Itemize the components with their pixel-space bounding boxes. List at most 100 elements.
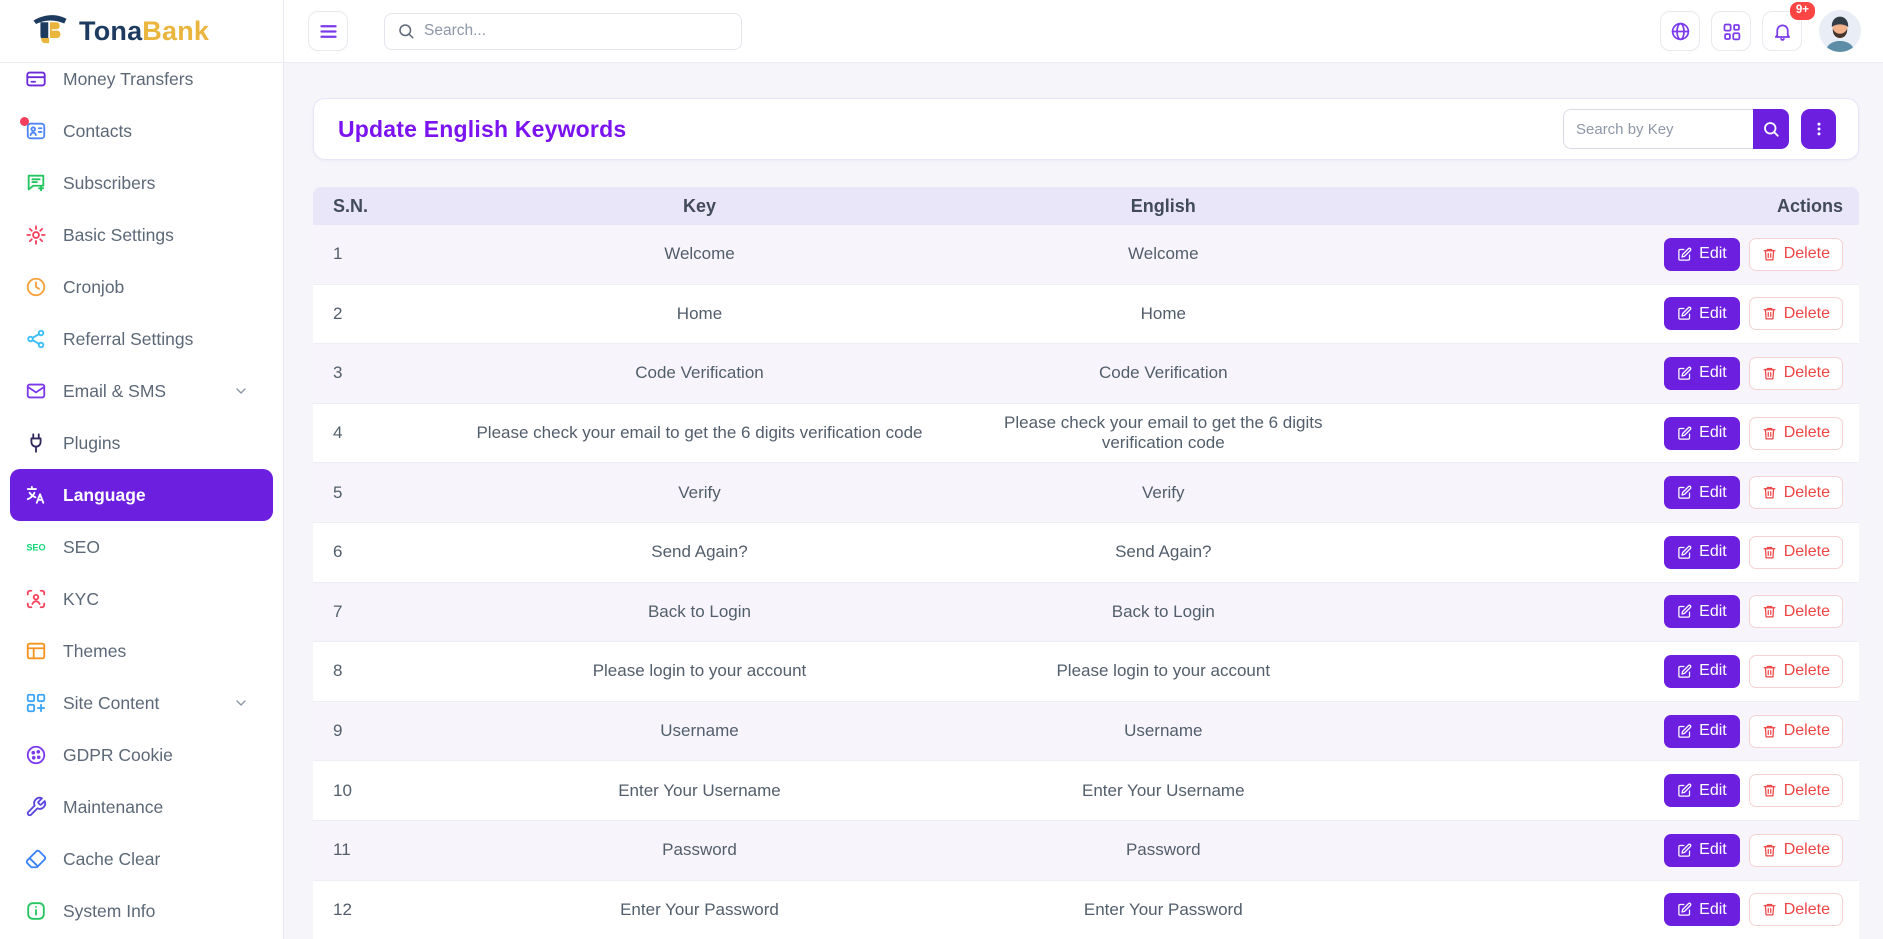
sidebar-item-themes[interactable]: Themes: [0, 625, 283, 677]
header-key: Key: [437, 196, 963, 217]
key-cell: Back to Login: [437, 602, 963, 622]
sidebar-item-contacts[interactable]: Contacts: [0, 105, 283, 157]
english-cell: Home: [962, 304, 1364, 324]
delete-button[interactable]: Delete: [1749, 238, 1843, 271]
globe-icon: [1670, 21, 1691, 42]
tonabank-logo-icon: [30, 11, 70, 51]
edit-button[interactable]: Edit: [1664, 893, 1740, 926]
table-row: 2 Home Home Edit Delete: [313, 285, 1859, 345]
apps-grid-icon: [1721, 21, 1742, 42]
trash-icon: [1762, 247, 1777, 262]
table-row: 12 Enter Your Password Enter Your Passwo…: [313, 881, 1859, 939]
sidebar-item-basic-settings[interactable]: Basic Settings: [0, 209, 283, 261]
brand-logo[interactable]: TonaBank: [0, 0, 283, 63]
sidebar-item-maintenance[interactable]: Maintenance: [0, 781, 283, 833]
edit-button[interactable]: Edit: [1664, 774, 1740, 807]
edit-pencil-icon: [1677, 902, 1692, 917]
key-cell: Welcome: [437, 244, 963, 264]
english-cell: Welcome: [962, 244, 1364, 264]
edit-button[interactable]: Edit: [1664, 834, 1740, 867]
sn-cell: 11: [313, 840, 437, 860]
table-row: 9 Username Username Edit Delete: [313, 702, 1859, 762]
sn-cell: 2: [313, 304, 437, 324]
delete-button[interactable]: Delete: [1749, 417, 1843, 450]
language-globe-button[interactable]: [1660, 11, 1700, 51]
trash-icon: [1762, 843, 1777, 858]
global-search[interactable]: [384, 13, 742, 50]
apps-button[interactable]: [1711, 11, 1751, 51]
bell-icon: [1772, 21, 1793, 42]
edit-pencil-icon: [1677, 485, 1692, 500]
edit-button[interactable]: Edit: [1664, 715, 1740, 748]
search-by-key-button[interactable]: [1753, 109, 1789, 149]
avatar-illustration: [1819, 10, 1861, 52]
sidebar-item-language[interactable]: Language: [10, 469, 273, 521]
delete-button[interactable]: Delete: [1749, 536, 1843, 569]
edit-button[interactable]: Edit: [1664, 238, 1740, 271]
kebab-menu-icon: [1810, 120, 1828, 138]
sidebar-item-cronjob[interactable]: Cronjob: [0, 261, 283, 313]
trash-icon: [1762, 366, 1777, 381]
sidebar-item-cache-clear[interactable]: Cache Clear: [0, 833, 283, 885]
sidebar-item-system-info[interactable]: System Info: [0, 885, 283, 937]
sn-cell: 3: [313, 363, 437, 383]
delete-button[interactable]: Delete: [1749, 893, 1843, 926]
sidebar-item-kyc[interactable]: KYC: [0, 573, 283, 625]
delete-button[interactable]: Delete: [1749, 595, 1843, 628]
main-area: 9+ Update English Keywords: [284, 0, 1883, 939]
search-by-key-input[interactable]: [1563, 109, 1753, 149]
edit-pencil-icon: [1677, 724, 1692, 739]
edit-button[interactable]: Edit: [1664, 655, 1740, 688]
sidebar-item-label: Referral Settings: [63, 329, 193, 350]
actions-cell: Edit Delete: [1364, 297, 1859, 330]
edit-button[interactable]: Edit: [1664, 417, 1740, 450]
sidebar-item-subscribers[interactable]: Subscribers: [0, 157, 283, 209]
topbar-actions: 9+: [1660, 10, 1861, 52]
key-cell: Password: [437, 840, 963, 860]
sidebar-item-label: Cache Clear: [63, 849, 160, 870]
sidebar-item-label: Language: [63, 485, 146, 506]
page-header-card: Update English Keywords: [313, 98, 1859, 160]
table-row: 1 Welcome Welcome Edit Delete: [313, 225, 1859, 285]
sidebar-item-label: Maintenance: [63, 797, 163, 818]
maintenance-wrench-icon: [24, 795, 48, 819]
sidebar: TonaBank Money Transfers Contacts Subscr…: [0, 0, 284, 939]
trash-icon: [1762, 545, 1777, 560]
sidebar-item-gdpr-cookie[interactable]: GDPR Cookie: [0, 729, 283, 781]
sidebar-item-money-transfers[interactable]: Money Transfers: [0, 63, 283, 105]
delete-button[interactable]: Delete: [1749, 297, 1843, 330]
edit-button[interactable]: Edit: [1664, 536, 1740, 569]
english-cell: Password: [962, 840, 1364, 860]
user-avatar[interactable]: [1819, 10, 1861, 52]
edit-pencil-icon: [1677, 545, 1692, 560]
header-actions: Actions: [1364, 196, 1859, 217]
more-options-button[interactable]: [1801, 109, 1836, 149]
english-cell: Enter Your Password: [962, 900, 1364, 920]
delete-button[interactable]: Delete: [1749, 715, 1843, 748]
edit-pencil-icon: [1677, 783, 1692, 798]
delete-button[interactable]: Delete: [1749, 834, 1843, 867]
sidebar-item-referral-settings[interactable]: Referral Settings: [0, 313, 283, 365]
actions-cell: Edit Delete: [1364, 834, 1859, 867]
delete-button[interactable]: Delete: [1749, 357, 1843, 390]
sidebar-toggle-button[interactable]: [308, 11, 348, 51]
edit-button[interactable]: Edit: [1664, 595, 1740, 628]
delete-button[interactable]: Delete: [1749, 476, 1843, 509]
sidebar-item-email-sms[interactable]: Email & SMS: [0, 365, 283, 417]
sidebar-item-plugins[interactable]: Plugins: [0, 417, 283, 469]
delete-button[interactable]: Delete: [1749, 774, 1843, 807]
edit-button[interactable]: Edit: [1664, 357, 1740, 390]
global-search-input[interactable]: [424, 22, 729, 40]
delete-button[interactable]: Delete: [1749, 655, 1843, 688]
edit-button[interactable]: Edit: [1664, 297, 1740, 330]
sn-cell: 4: [313, 423, 437, 443]
edit-button[interactable]: Edit: [1664, 476, 1740, 509]
sidebar-item-label: Basic Settings: [63, 225, 174, 246]
referral-share-icon: [24, 327, 48, 351]
seo-icon: SEO: [24, 535, 48, 559]
sidebar-item-site-content[interactable]: Site Content: [0, 677, 283, 729]
gdpr-cookie-icon: [24, 743, 48, 767]
sn-cell: 10: [313, 781, 437, 801]
actions-cell: Edit Delete: [1364, 238, 1859, 271]
sidebar-item-seo[interactable]: SEO SEO: [0, 521, 283, 573]
